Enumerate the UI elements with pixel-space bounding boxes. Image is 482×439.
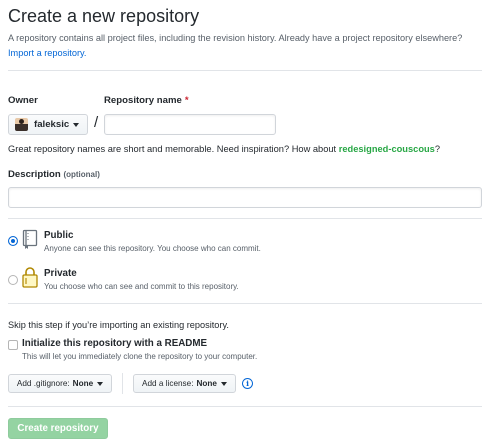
page-title: Create a new repository (8, 6, 200, 26)
readme-checkbox[interactable] (8, 340, 18, 350)
lock-icon (22, 267, 38, 288)
subtitle-text: A repository contains all project files,… (8, 33, 463, 43)
submit-divider (8, 406, 482, 407)
public-title: Public (44, 230, 74, 241)
repo-name-label: Repository name * (104, 95, 189, 106)
page-subtitle: A repository contains all project files,… (8, 31, 474, 61)
private-radio[interactable] (8, 275, 18, 285)
name-hint: Great repository names are short and mem… (8, 144, 440, 154)
readme-description: This will let you immediately clone the … (22, 352, 258, 361)
license-label: Add a license: (142, 379, 194, 388)
owner-name: faleksic (34, 119, 70, 130)
repo-icon (22, 229, 38, 249)
license-value: None (196, 379, 217, 388)
repo-name-label-text: Repository name (104, 95, 182, 106)
owner-select[interactable]: faleksic (8, 114, 88, 135)
gitignore-label: Add .gitignore: (16, 379, 70, 388)
readme-title: Initialize this repository with a README (22, 338, 208, 349)
description-input[interactable] (8, 187, 482, 208)
caret-down-icon (73, 122, 80, 127)
import-repository-link[interactable]: Import a repository. (8, 48, 86, 58)
init-divider (8, 303, 482, 304)
license-select[interactable]: Add a license: None (133, 374, 236, 393)
caret-down-icon (97, 381, 104, 386)
name-hint-text: Great repository names are short and mem… (8, 144, 337, 154)
owner-repo-separator: / (94, 114, 99, 131)
description-optional: (optional) (63, 170, 100, 179)
create-repository-button[interactable]: Create repository (8, 418, 108, 439)
name-hint-suffix: ? (434, 144, 441, 154)
gitignore-select[interactable]: Add .gitignore: None (8, 374, 112, 393)
visibility-divider (8, 218, 482, 219)
skip-note: Skip this step if you’re importing an ex… (8, 320, 229, 330)
name-suggestion-link[interactable]: redesigned-couscous (339, 144, 435, 154)
description-label-text: Description (8, 169, 61, 180)
select-separator (122, 373, 123, 394)
required-mark: * (184, 95, 189, 106)
private-description: You choose who can see and commit to thi… (44, 282, 239, 291)
gitignore-value: None (72, 379, 94, 388)
private-title: Private (44, 268, 77, 279)
header-divider (8, 70, 482, 71)
avatar (15, 118, 28, 131)
public-description: Anyone can see this repository. You choo… (44, 244, 261, 253)
info-icon[interactable]: i (242, 378, 253, 389)
description-label: Description (optional) (8, 169, 100, 180)
repository-name-input[interactable] (104, 114, 276, 135)
caret-down-icon (220, 381, 227, 386)
owner-label: Owner (8, 95, 38, 106)
public-radio[interactable] (8, 236, 18, 246)
